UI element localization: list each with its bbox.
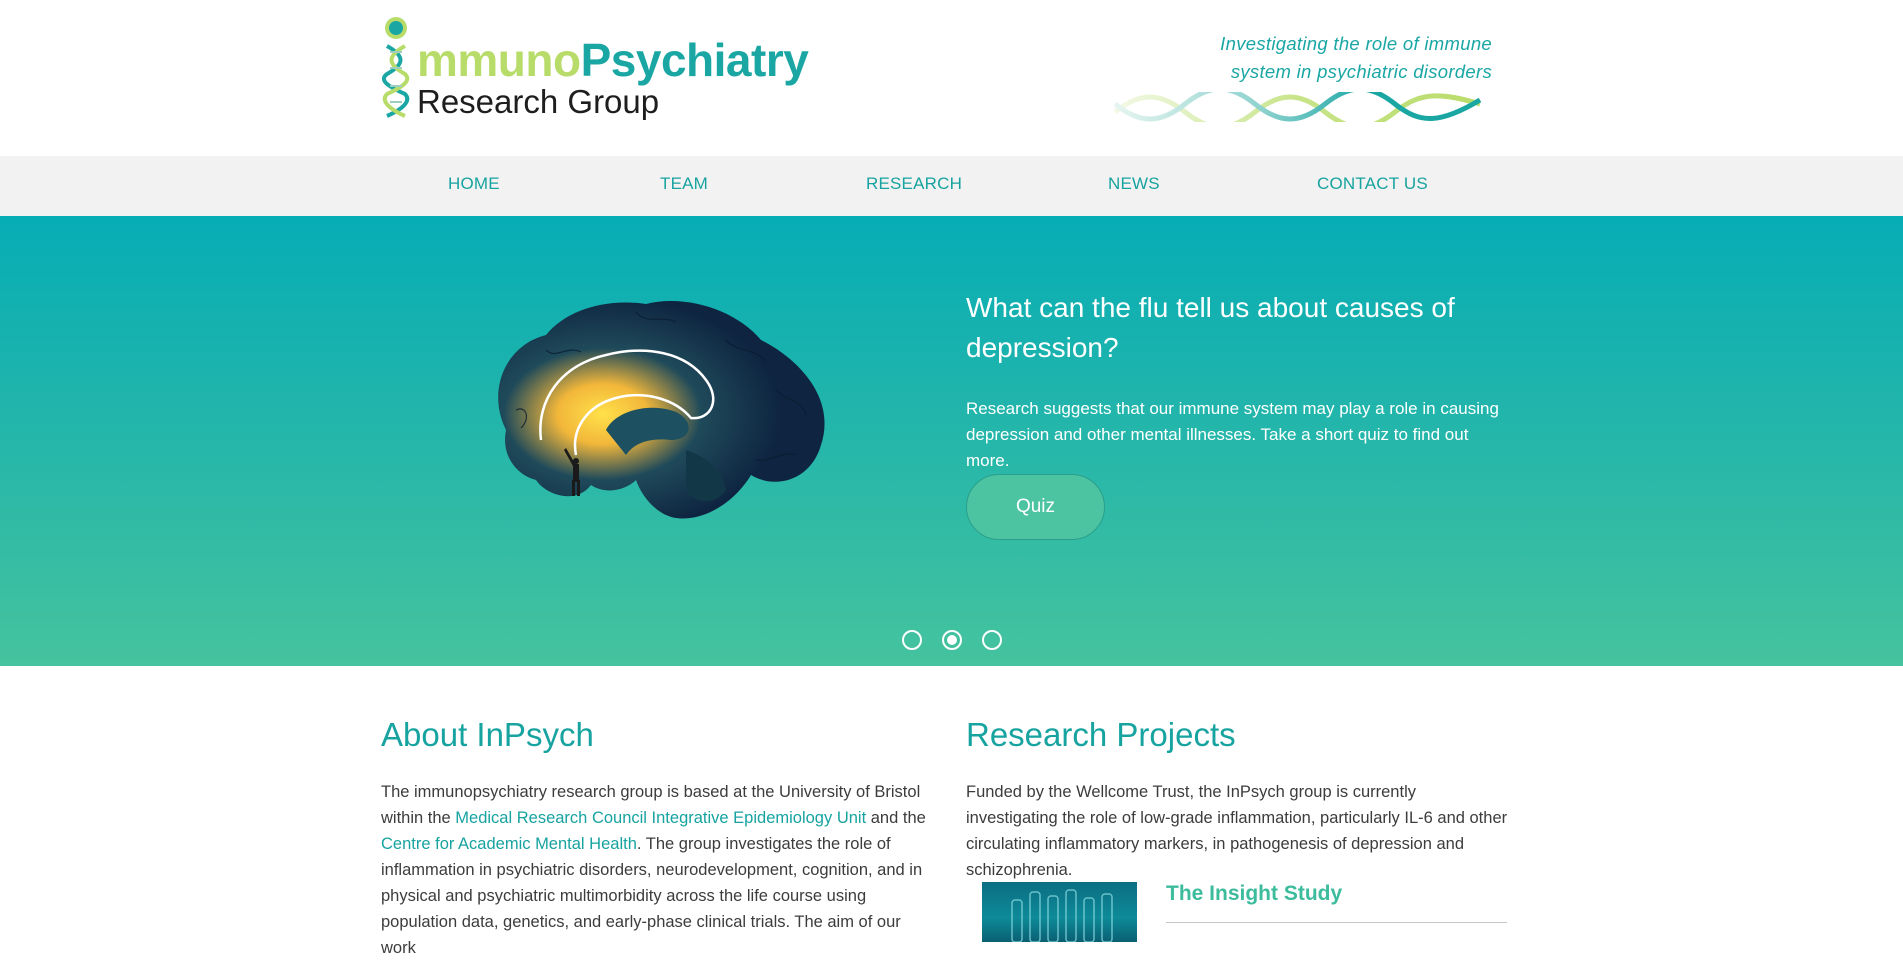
hero-slider: What can the flu tell us about causes of… (0, 216, 1903, 666)
slider-dot-3[interactable] (982, 630, 1002, 650)
quiz-button[interactable]: Quiz (966, 474, 1105, 540)
site-tagline: Investigating the role of immune system … (1220, 30, 1492, 86)
mrc-ieu-link[interactable]: Medical Research Council Integrative Epi… (455, 809, 866, 827)
slider-dot-1[interactable] (902, 630, 922, 650)
about-text-3: . The group investigates the role of inf… (381, 835, 923, 957)
about-text-2: and the (866, 809, 926, 827)
hero-heading: What can the flu tell us about causes of… (966, 292, 1455, 363)
camh-link[interactable]: Centre for Academic Mental Health (381, 835, 637, 853)
research-paragraph: Funded by the Wellcome Trust, the InPsyc… (966, 783, 1508, 879)
research-projects-heading: Research Projects (966, 716, 1236, 753)
insight-study-title[interactable]: The Insight Study (1166, 882, 1342, 906)
about-paragraph: The immunopsychiatry research group is b… (381, 779, 931, 961)
logo-subtitle: Research Group (417, 83, 660, 120)
logo-title: mmunoPsychiatry (417, 34, 809, 86)
nav-news[interactable]: NEWS (1108, 174, 1160, 194)
dna-helix-icon (381, 17, 410, 118)
main-nav: HOME TEAM RESEARCH NEWS CONTACT US (0, 156, 1903, 216)
nav-home[interactable]: HOME (448, 174, 500, 194)
slider-dot-2-active[interactable] (942, 630, 962, 650)
hero-description: Research suggests that our immune system… (966, 399, 1499, 470)
nav-team[interactable]: TEAM (660, 174, 708, 194)
project-divider (1166, 922, 1507, 923)
about-heading: About InPsych (381, 716, 594, 753)
nav-contact-us[interactable]: CONTACT US (1317, 174, 1428, 194)
brain-illustration (498, 301, 825, 519)
vials-image (1011, 889, 1113, 942)
logo-title-psychiatry: Psychiatry (580, 34, 809, 86)
nav-research[interactable]: RESEARCH (866, 174, 962, 194)
dna-wave-decoration (1113, 92, 1482, 122)
insight-study-thumbnail[interactable] (982, 882, 1137, 942)
site-logo[interactable]: mmunoPsychiatry Research Group (381, 16, 809, 126)
site-header: mmunoPsychiatry Research Group Investiga… (0, 0, 1903, 156)
logo-title-immuno: mmuno (417, 34, 581, 86)
tagline-line-1: Investigating the role of immune (1220, 33, 1492, 54)
tagline-line-2: system in psychiatric disorders (1230, 61, 1492, 82)
